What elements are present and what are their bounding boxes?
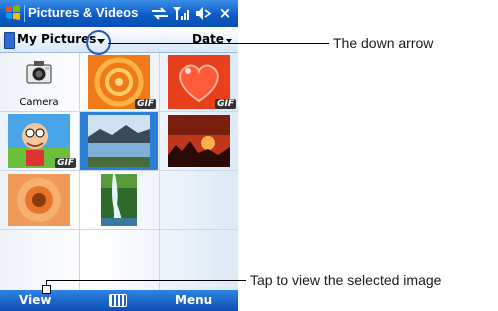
title-separator: [24, 5, 25, 22]
image-thumbnail[interactable]: GIF: [160, 53, 238, 111]
callout-marker: [42, 285, 51, 294]
camera-icon: [26, 61, 52, 84]
folder-bar: My Pictures Date: [0, 27, 238, 53]
device-screen: Pictures & Videos × My Pictures Date Cam…: [0, 0, 238, 311]
grid-divider: [0, 229, 238, 230]
callout-line-view-horizontal: [46, 280, 246, 281]
flower-closeup-image: [8, 174, 70, 226]
camera-item[interactable]: Camera: [0, 53, 78, 111]
image-thumbnail[interactable]: [0, 171, 78, 229]
title-bar: Pictures & Videos ×: [0, 0, 238, 27]
image-thumbnail[interactable]: [160, 112, 238, 170]
softkey-bar: View Menu: [0, 290, 238, 311]
gif-badge: GIF: [55, 158, 76, 168]
image-thumbnail[interactable]: [80, 171, 158, 229]
view-softkey[interactable]: View: [19, 293, 51, 307]
connectivity-icon[interactable]: [150, 5, 170, 22]
thumbnail-grid: Camera GIF GIF GIF: [0, 53, 238, 290]
callout-view: Tap to view the selected image: [250, 272, 442, 288]
window-title: Pictures & Videos: [28, 5, 139, 20]
storage-card-icon: [4, 32, 15, 49]
sunset-silhouette-image: [168, 115, 230, 167]
windows-logo-icon[interactable]: [4, 4, 22, 22]
menu-softkey[interactable]: Menu: [175, 293, 212, 307]
callout-down-arrow: The down arrow: [333, 35, 434, 51]
image-thumbnail[interactable]: GIF: [0, 112, 78, 170]
waterfall-image: [101, 174, 137, 226]
gif-badge: GIF: [135, 99, 156, 109]
keyboard-icon[interactable]: [109, 294, 127, 307]
lake-landscape-image: [88, 115, 150, 167]
signal-icon[interactable]: [172, 5, 190, 22]
volume-icon[interactable]: [194, 5, 212, 22]
camera-label: Camera: [19, 97, 59, 108]
close-button[interactable]: ×: [217, 5, 233, 21]
image-thumbnail-selected[interactable]: [80, 112, 158, 170]
gif-badge: GIF: [215, 99, 236, 109]
image-thumbnail[interactable]: GIF: [80, 53, 158, 111]
folder-dropdown[interactable]: My Pictures: [17, 32, 96, 46]
callout-line-down-arrow: [108, 43, 329, 44]
